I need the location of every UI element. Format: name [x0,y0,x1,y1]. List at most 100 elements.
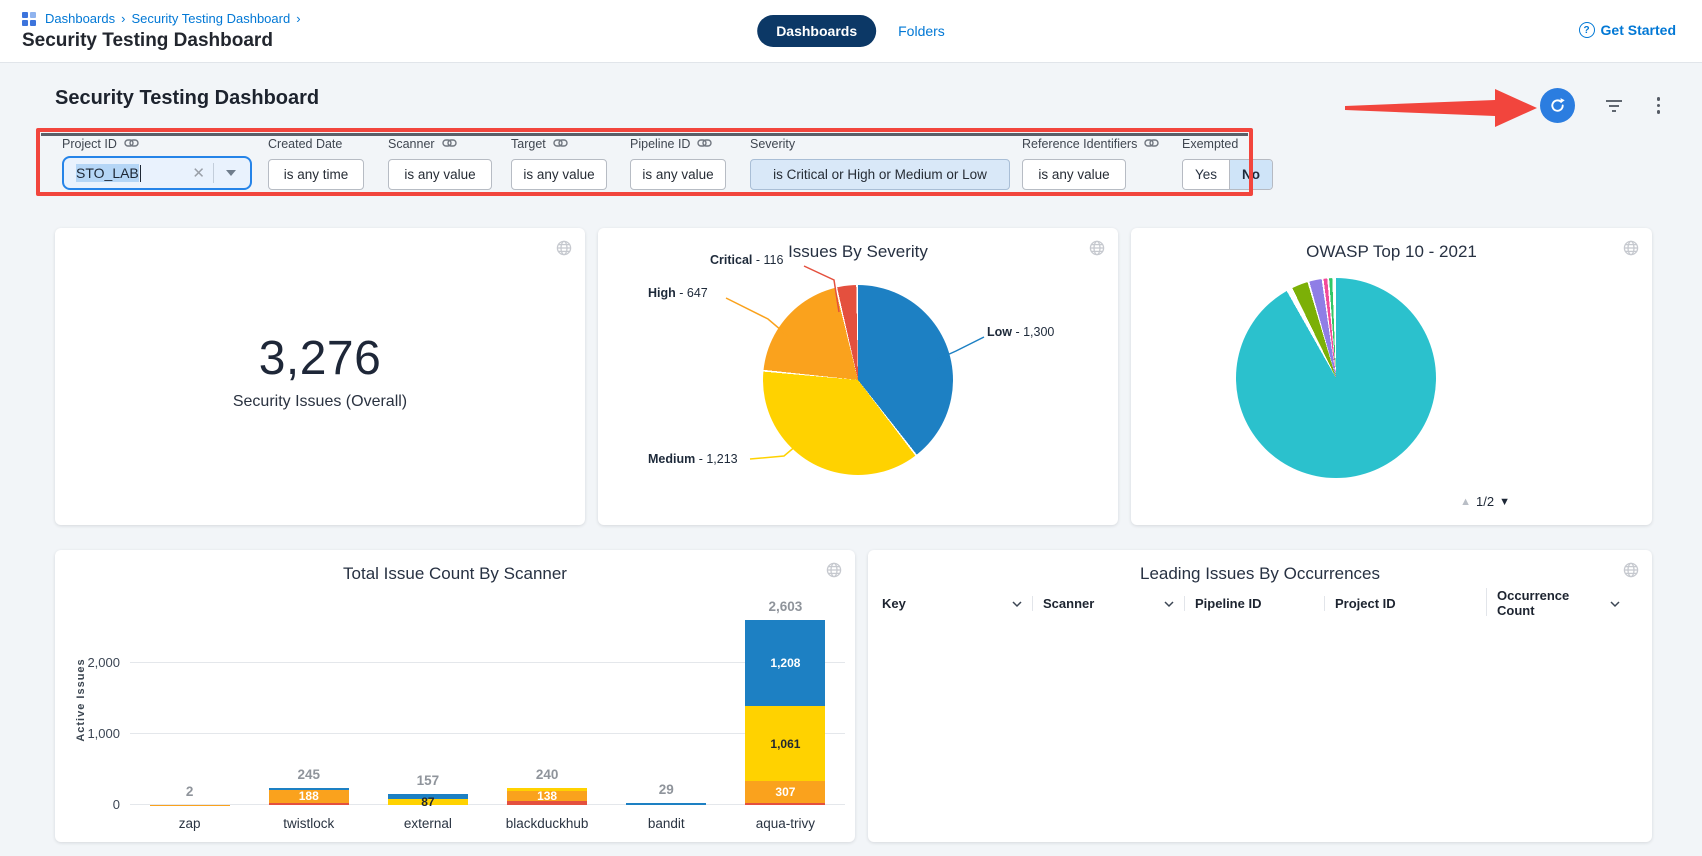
tab-dashboards[interactable]: Dashboards [757,15,876,47]
yellow-segment: 1,061 [745,706,825,781]
link-icon-wrap [1144,137,1159,152]
filter-label-text: Exempted [1182,137,1238,151]
filter-target: Targetis any value [511,136,607,190]
breadcrumb-current-dashboard[interactable]: Security Testing Dashboard [131,11,290,26]
bar-blackduckhub[interactable]: 138240blackduckhub [507,788,587,805]
column-label: Occurrence Count [1497,588,1610,618]
refresh-icon [1549,97,1566,114]
filter-label-exempted: Exempted [1182,136,1273,152]
filter-label-pipeline-id: Pipeline ID [630,136,726,152]
card-leading-issues-by-occurrences: Leading Issues By Occurrences KeyScanner… [868,550,1652,842]
filter-value-reference-identifiers[interactable]: is any value [1022,159,1126,190]
toggle-option-no[interactable]: No [1229,160,1272,189]
x-axis-label-bandit: bandit [606,816,726,831]
toggle-option-yes[interactable]: Yes [1183,160,1229,189]
dashboards-grid-icon [22,12,36,26]
filter-value-project-id: STO_LAB [76,164,139,182]
page-down-icon[interactable]: ▼ [1499,496,1510,508]
filter-label-severity: Severity [750,136,1010,152]
card-total-issue-count-by-scanner: Total Issue Count By Scanner Active Issu… [55,550,855,842]
owasp-pie-chart[interactable] [1236,278,1436,478]
filter-label-project-id: Project ID [62,136,252,152]
table-column-pipeline-id: Pipeline ID [1184,596,1324,611]
filter-label-text: Project ID [62,137,117,151]
overall-issue-count: 3,276 [55,331,585,386]
bar-external[interactable]: 87157external [388,794,468,805]
link-icon-wrap [442,137,457,152]
filter-value-scanner[interactable]: is any value [388,159,492,190]
filter-scanner: Scanner is any value [388,136,492,190]
y-tick-label: 1,000 [68,726,120,741]
bar-aqua-trivy[interactable]: 3071,0611,2082,603aqua-trivy [745,620,825,805]
link-icon [553,137,568,149]
owasp-chart-title: OWASP Top 10 - 2021 [1131,242,1652,262]
filter-bar: Project ID STO_LAB ✕ Created Date is any tim… [52,136,1252,194]
get-started-label: Get Started [1601,22,1676,38]
table-header-row: KeyScannerPipeline IDProject ID Occurrenc… [880,590,1640,616]
breadcrumb-separator: › [121,11,125,26]
filter-value-created-date[interactable]: is any time [268,159,364,190]
tab-folders[interactable]: Folders [898,23,945,39]
gridline [130,733,845,734]
y-tick-label: 2,000 [68,655,120,670]
bar-twistlock[interactable]: 188245twistlock [269,788,349,805]
header-tabs: Dashboards Folders [757,15,945,47]
bar-bandit[interactable]: 29bandit [626,803,706,805]
breadcrumb-dashboards[interactable]: Dashboards [45,11,115,26]
help-icon: ? [1579,22,1595,38]
breadcrumb: Dashboards › Security Testing Dashboard … [22,11,301,26]
segment-value-label: 1,208 [770,657,800,669]
severity-pie-chart[interactable] [763,285,953,475]
globe-icon [1623,562,1639,583]
link-icon [442,137,457,149]
link-icon [1144,137,1159,149]
filter-label-created-date: Created Date [268,136,364,152]
yellow-segment: 87 [388,799,468,805]
card-owasp-top-10: OWASP Top 10 - 2021 ▲ 1/2 ▼ [1131,228,1652,525]
filter-label-text: Created Date [268,137,342,151]
page-indicator: 1/2 [1476,494,1494,509]
bar-total-label: 2 [130,784,250,799]
clear-icon[interactable]: ✕ [184,164,213,182]
chevron-down-icon[interactable] [1610,596,1620,611]
link-icon [697,137,712,149]
filter-created-date: Created Date is any time [268,136,364,190]
x-axis-label-blackduckhub: blackduckhub [487,816,607,831]
segment-value-label: 138 [537,790,557,802]
filter-input-project-id[interactable]: STO_LAB ✕ [62,156,252,190]
chevron-down-icon[interactable] [1012,596,1022,611]
chevron-down-icon[interactable] [1164,596,1174,611]
filter-panel-button[interactable] [1601,95,1627,117]
chevron-down-icon[interactable] [226,170,236,176]
table-column-occurrence-count[interactable]: Occurrence Count [1486,588,1630,618]
top-header: Dashboards › Security Testing Dashboard … [0,0,1702,63]
pie-label-low: Low - 1,300 [987,325,1054,339]
segment-value-label: 1,061 [770,738,800,750]
get-started-link[interactable]: ? Get Started [1579,22,1676,38]
bar-total-label: 157 [368,773,488,788]
page-up-icon[interactable]: ▲ [1460,496,1471,508]
pie-label-medium: Medium - 1,213 [648,452,738,466]
refresh-button[interactable] [1540,88,1575,123]
filter-label-text: Scanner [388,137,435,151]
segment-value-label: 87 [421,796,434,808]
filter-value-pipeline-id[interactable]: is any value [630,159,726,190]
table-column-project-id: Project ID [1324,596,1486,611]
table-column-key[interactable]: Key [880,596,1032,611]
x-axis-label-aqua-trivy: aqua-trivy [725,816,845,831]
globe-icon [1089,240,1105,261]
filter-value-target[interactable]: is any value [511,159,607,190]
x-axis-label-twistlock: twistlock [249,816,369,831]
link-icon-wrap [124,137,139,152]
text-cursor [140,165,142,182]
table-column-scanner[interactable]: Scanner [1032,596,1184,611]
blue-segment [626,803,706,805]
link-icon-wrap [553,137,568,152]
page-title: Security Testing Dashboard [22,30,273,52]
red-segment [745,803,825,805]
filter-value-severity[interactable]: is Critical or High or Medium or Low [750,159,1010,190]
filter-toggle-exempted: YesNo [1182,159,1273,190]
kebab-menu-button[interactable] [1653,93,1665,118]
kebab-icon [1657,97,1661,114]
overall-issue-label: Security Issues (Overall) [55,393,585,411]
